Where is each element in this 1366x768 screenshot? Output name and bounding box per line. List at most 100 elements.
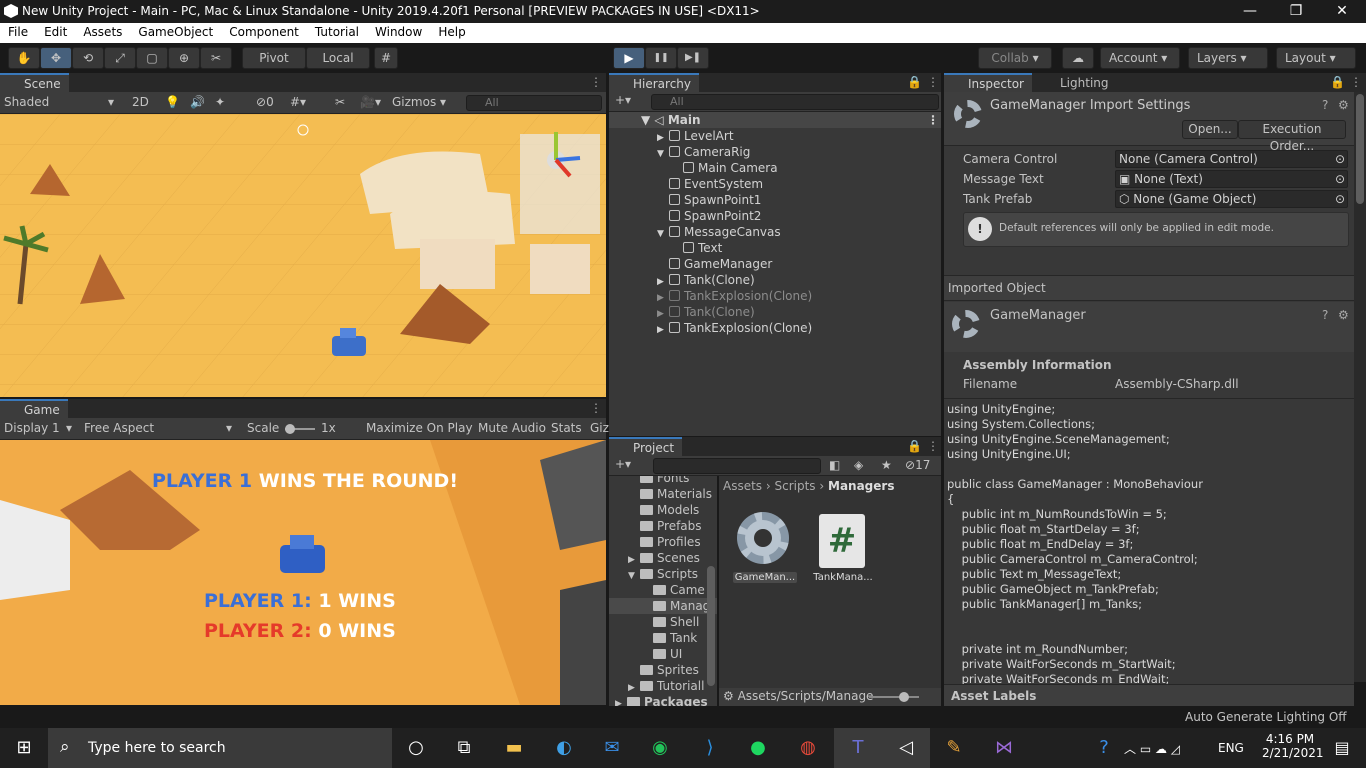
shading-dropdown[interactable]: Shaded ▾ [4, 95, 114, 109]
folder-arrow-icon[interactable]: ▼ [628, 568, 640, 584]
grid-snap-icon[interactable]: # [374, 47, 398, 69]
spotify-icon[interactable]: ● [734, 728, 782, 768]
menu-tutorial[interactable]: Tutorial [307, 23, 367, 39]
asset-gamemanager[interactable]: GameMan... [733, 510, 797, 585]
layers-dropdown[interactable]: Layers ▾ [1188, 47, 1268, 69]
folder-item[interactable]: ▶ Scenes [609, 550, 717, 566]
open-button[interactable]: Open... [1182, 120, 1238, 139]
chrome-icon[interactable]: ◍ [784, 728, 832, 768]
audio-icon[interactable]: 🔊 [190, 95, 205, 109]
pause-button[interactable]: ❚❚ [645, 47, 677, 69]
hierarchy-item[interactable]: ▼ CameraRig [609, 144, 941, 160]
vscode-icon[interactable]: ⟩ [686, 728, 734, 768]
hierarchy-more-icon[interactable]: ⋮ [927, 75, 939, 89]
status-text[interactable]: Auto Generate Lighting Off [1185, 710, 1347, 724]
menu-component[interactable]: Component [221, 23, 307, 39]
tab-lighting[interactable]: Lighting [1036, 73, 1117, 93]
tank-prefab-field[interactable]: ⬡ None (Game Object) ⊙ [1115, 190, 1348, 208]
file-explorer-icon[interactable]: ▬ [490, 728, 538, 768]
folder-item[interactable]: Profiles [609, 534, 717, 550]
object-settings-icon[interactable]: ⚙ [1338, 308, 1349, 322]
object-help-icon[interactable]: ? [1322, 308, 1328, 322]
expand-arrow-icon[interactable]: ▶ [657, 322, 669, 338]
rect-tool-icon[interactable]: ▢ [136, 47, 168, 69]
folder-item[interactable]: Sprites [609, 662, 717, 678]
hidden-objects-toggle[interactable]: ⊘0 [256, 95, 274, 109]
edge-icon[interactable]: ◐ [540, 728, 588, 768]
hierarchy-item[interactable]: ▶ Tank(Clone) [609, 304, 941, 320]
execution-order-button[interactable]: Execution Order... [1238, 120, 1346, 153]
folder-item[interactable]: UI [609, 646, 717, 662]
play-button[interactable]: ▶ [613, 47, 645, 69]
menu-window[interactable]: Window [367, 23, 430, 39]
paint-icon[interactable]: ✎ [930, 728, 978, 768]
folder-item[interactable]: Manag [609, 598, 717, 614]
account-dropdown[interactable]: Account ▾ [1100, 47, 1180, 69]
layout-dropdown[interactable]: Layout ▾ [1276, 47, 1356, 69]
more-options-icon[interactable]: ⋮ [590, 75, 602, 89]
camera-icon[interactable]: 🎥▾ [360, 95, 381, 109]
inspector-more-icon[interactable]: ⋮ [1350, 75, 1362, 89]
tab-hierarchy[interactable]: Hierarchy [609, 73, 700, 93]
hand-tool-icon[interactable]: ✋ [8, 47, 40, 69]
custom-tool-icon[interactable]: ✂ [200, 47, 232, 69]
clock[interactable]: 4:16 PM 2/21/2021 [1262, 732, 1324, 760]
tab-inspector[interactable]: Inspector [944, 73, 1032, 93]
step-button[interactable]: ▶❚ [677, 47, 709, 69]
expand-arrow-icon[interactable]: ▼ [657, 226, 669, 242]
scene-view[interactable] [0, 114, 606, 397]
scale-tool-icon[interactable]: ⤢ [104, 47, 136, 69]
move-tool-icon[interactable]: ✥ [40, 47, 72, 69]
hierarchy-item[interactable]: EventSystem [609, 176, 941, 192]
visual-studio-icon[interactable]: ⋈ [980, 728, 1028, 768]
menu-assets[interactable]: Assets [75, 23, 130, 39]
grid-icon[interactable]: #▾ [290, 95, 306, 109]
help-icon[interactable]: ? [1322, 98, 1328, 112]
folder-item[interactable]: Materials [609, 486, 717, 502]
mute-audio-toggle[interactable]: Mute Audio [478, 421, 546, 435]
hierarchy-search-input[interactable]: All [651, 94, 939, 110]
folder-item[interactable]: Tank [609, 630, 717, 646]
pivot-toggle[interactable]: Pivot [242, 47, 306, 69]
taskbar-search-input[interactable]: ⌕ Type here to search [48, 728, 392, 768]
favorite-icon[interactable]: ★ [881, 458, 892, 472]
unity-taskbar-icon[interactable]: ◁ [882, 728, 930, 768]
folder-item[interactable]: ▶ Packages [609, 694, 717, 706]
minimize-button[interactable]: — [1227, 0, 1273, 23]
teams-icon[interactable]: T [834, 728, 882, 768]
hierarchy-item[interactable]: ▶ TankExplosion(Clone) [609, 320, 941, 336]
effects-icon[interactable]: ✦ [215, 95, 225, 109]
hidden-packages-toggle[interactable]: ⊘17 [905, 458, 930, 472]
hierarchy-item[interactable]: SpawnPoint1 [609, 192, 941, 208]
aspect-dropdown[interactable]: Free Aspect ▾ [84, 421, 232, 435]
task-view-icon[interactable]: ⧉ [440, 728, 488, 768]
notification-icon[interactable]: ▤ [1318, 728, 1366, 768]
hierarchy-item[interactable]: Text [609, 240, 941, 256]
restore-button[interactable]: ❐ [1273, 0, 1319, 23]
breadcrumb-assets[interactable]: Assets [723, 479, 762, 493]
gizmos-dropdown[interactable]: Gizmos ▾ [392, 95, 446, 109]
cortana-icon[interactable]: ○ [392, 728, 440, 768]
asset-tankmanager[interactable]: # TankMana... [811, 510, 875, 585]
tree-scrollbar[interactable] [707, 566, 715, 686]
menu-file[interactable]: File [0, 23, 36, 39]
local-toggle[interactable]: Local [306, 47, 370, 69]
tray-icons[interactable]: ︿ ▭ ☁ ◿ [1124, 740, 1180, 757]
project-more-icon[interactable]: ⋮ [927, 439, 939, 453]
menu-help[interactable]: Help [430, 23, 473, 39]
add-icon[interactable]: +▾ [615, 93, 631, 107]
hierarchy-item[interactable]: ▼ MessageCanvas [609, 224, 941, 240]
help-tray-icon[interactable]: ? [1080, 728, 1128, 768]
lock-icon[interactable]: 🔒 [907, 75, 922, 89]
project-add-icon[interactable]: +▾ [615, 457, 631, 471]
folder-item[interactable]: Came [609, 582, 717, 598]
camera-control-field[interactable]: None (Camera Control) ⊙ [1115, 150, 1348, 168]
inspector-lock-icon[interactable]: 🔒 [1330, 75, 1345, 89]
icon-size-slider[interactable] [869, 692, 919, 702]
scene-search-input[interactable]: All [466, 95, 602, 111]
cloud-icon[interactable]: ☁ [1062, 47, 1094, 69]
hierarchy-item[interactable]: ▶ LevelArt [609, 128, 941, 144]
menu-edit[interactable]: Edit [36, 23, 75, 39]
windows-start-icon[interactable]: ⊞ [0, 728, 48, 768]
tab-project[interactable]: Project [609, 437, 683, 457]
